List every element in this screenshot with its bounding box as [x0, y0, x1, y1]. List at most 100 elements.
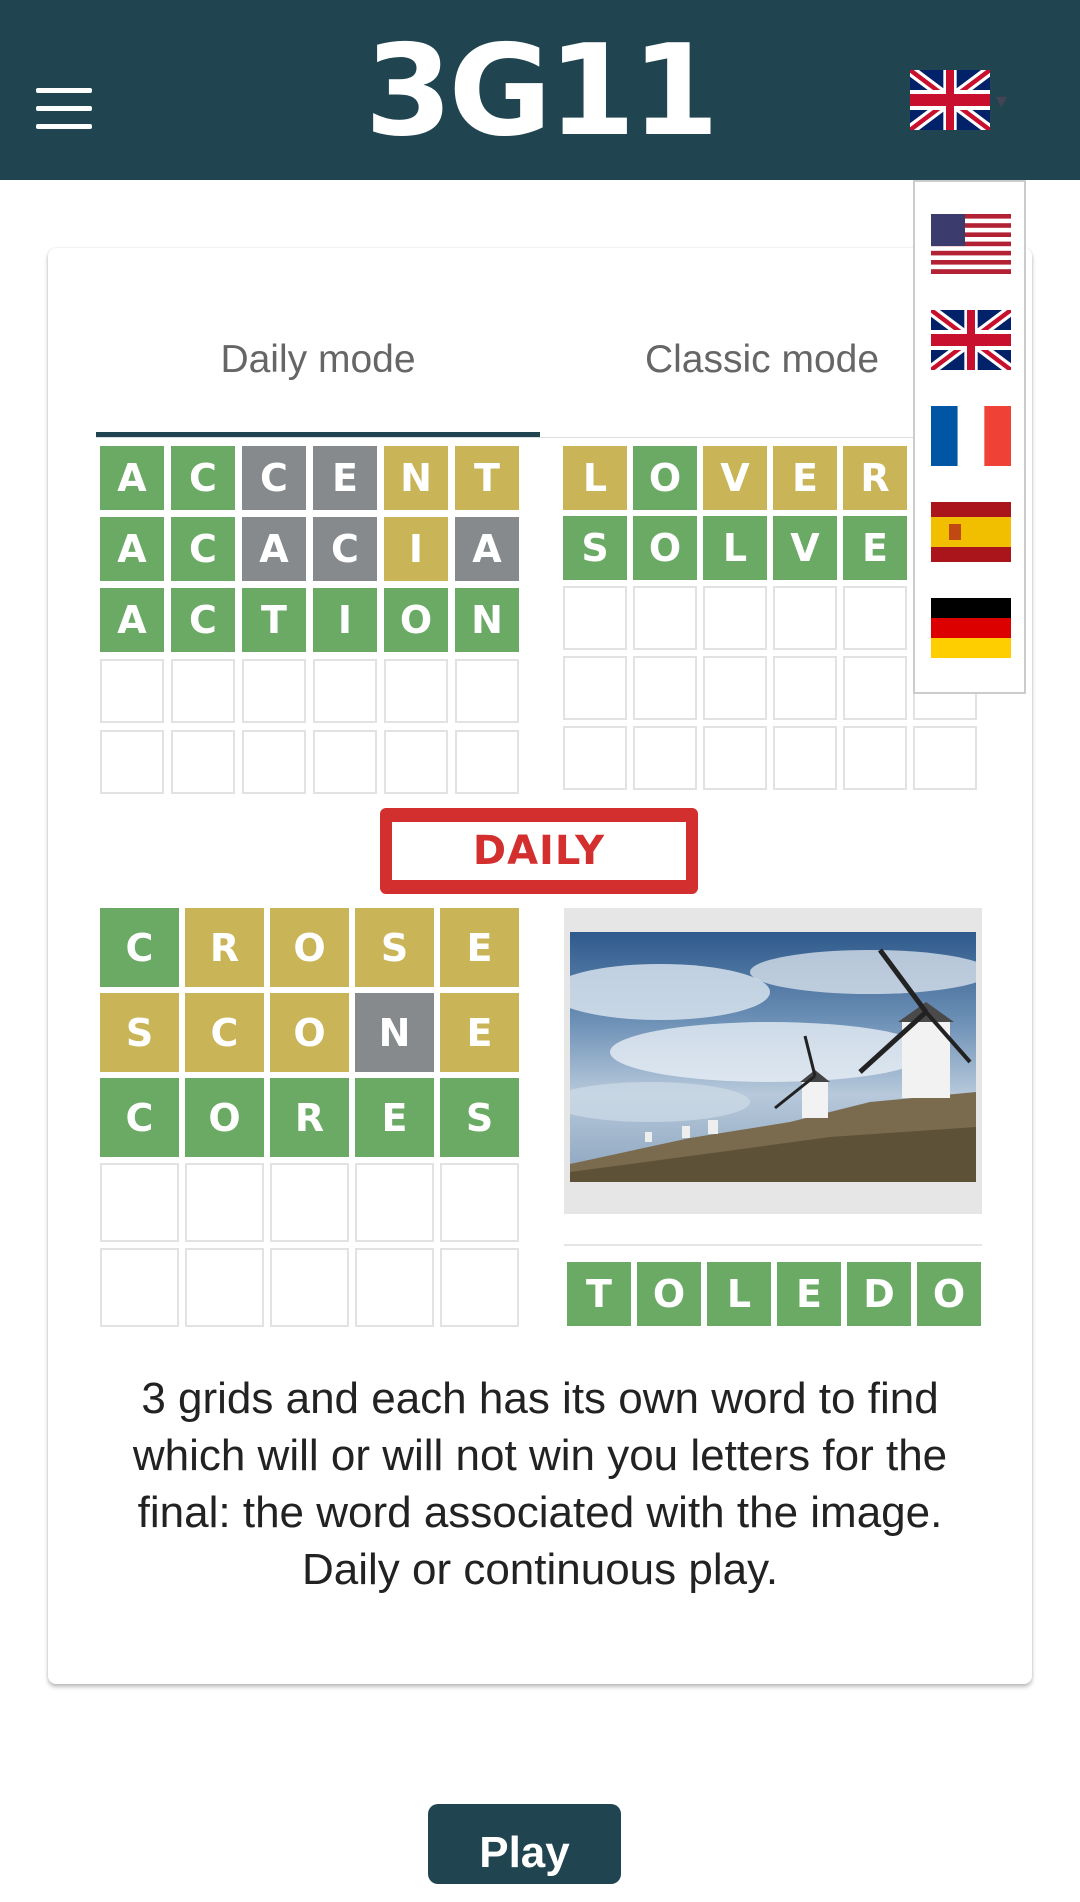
- grid-cell: E: [440, 993, 519, 1072]
- grid-cell: C: [100, 908, 179, 987]
- answer-letter: D: [847, 1262, 911, 1326]
- grid-cell: A: [242, 517, 306, 581]
- grid-cell: E: [313, 446, 377, 510]
- grid-cell: C: [171, 517, 235, 581]
- us-flag-icon[interactable]: [931, 214, 1011, 274]
- grid-cell: C: [100, 1078, 179, 1157]
- chevron-down-icon: ▾: [996, 88, 1008, 113]
- grid-cell: C: [242, 446, 306, 510]
- answer-word-row: TOLEDO: [567, 1262, 981, 1326]
- answer-letter: O: [917, 1262, 981, 1326]
- france-flag-icon[interactable]: [931, 406, 1011, 466]
- grid-cell: [633, 656, 697, 720]
- grid-cell: A: [100, 588, 164, 652]
- grid-cell: S: [440, 1078, 519, 1157]
- grid-cell: [313, 659, 377, 723]
- language-selector[interactable]: ▾: [908, 64, 1010, 136]
- grid-cell: A: [100, 446, 164, 510]
- tab-daily-mode[interactable]: Daily mode: [96, 330, 540, 442]
- grid-cell: [563, 726, 627, 790]
- grid-cell: [440, 1163, 519, 1242]
- grid-cell: I: [384, 517, 448, 581]
- grid-cell: [563, 586, 627, 650]
- grid-cell: [242, 730, 306, 794]
- grid-cell: [242, 659, 306, 723]
- grid-cell: [270, 1163, 349, 1242]
- grid-cell: S: [100, 993, 179, 1072]
- grid-cell: V: [773, 516, 837, 580]
- grid-cell: [355, 1248, 434, 1327]
- grid-cell: R: [843, 446, 907, 510]
- uk-flag-icon: [908, 64, 992, 136]
- spain-flag-icon[interactable]: [931, 502, 1011, 562]
- grid-cell: [440, 1248, 519, 1327]
- grid-cell: E: [843, 516, 907, 580]
- answer-divider: [564, 1244, 982, 1246]
- grid-cell: [384, 659, 448, 723]
- answer-letter: E: [777, 1262, 841, 1326]
- grid-cell: [843, 726, 907, 790]
- grid-cell: [773, 726, 837, 790]
- grid-cell: [703, 586, 767, 650]
- play-button[interactable]: Play: [428, 1804, 621, 1884]
- grid-cell: [100, 1163, 179, 1242]
- image-clue-frame: [564, 908, 982, 1214]
- word-grid-1: ACCENTACACIAACTION: [100, 446, 519, 794]
- tabs-divider: [96, 437, 984, 438]
- grid-cell: [773, 586, 837, 650]
- germany-flag-icon[interactable]: [931, 598, 1011, 658]
- word-grid-3: CROSESCONECORES: [100, 908, 519, 1327]
- grid-cell: O: [270, 908, 349, 987]
- grid-cell: N: [384, 446, 448, 510]
- grid-cell: [455, 730, 519, 794]
- grid-cell: [703, 726, 767, 790]
- grid-cell: [313, 730, 377, 794]
- grid-cell: E: [773, 446, 837, 510]
- grid-cell: N: [455, 588, 519, 652]
- answer-letter: L: [707, 1262, 771, 1326]
- grid-cell: N: [355, 993, 434, 1072]
- grid-cell: O: [633, 516, 697, 580]
- grid-cell: A: [100, 517, 164, 581]
- grid-cell: [913, 726, 977, 790]
- grid-cell: R: [185, 908, 264, 987]
- grid-cell: [455, 659, 519, 723]
- grid-cell: [633, 726, 697, 790]
- top-app-bar: 3G11 ▾: [0, 0, 1080, 180]
- grid-cell: [773, 656, 837, 720]
- game-description: 3 grids and each has its own word to fin…: [132, 1374, 948, 1594]
- grid-cell: R: [270, 1078, 349, 1157]
- uk-flag-option[interactable]: [931, 310, 1011, 370]
- grid-cell: [100, 1248, 179, 1327]
- grid-cell: [703, 656, 767, 720]
- answer-letter: O: [637, 1262, 701, 1326]
- grid-cell: [185, 1248, 264, 1327]
- grid-cell: C: [313, 517, 377, 581]
- grid-cell: I: [313, 588, 377, 652]
- grid-cell: [563, 656, 627, 720]
- grid-cell: C: [171, 446, 235, 510]
- grid-cell: E: [355, 1078, 434, 1157]
- grid-cell: V: [703, 446, 767, 510]
- grid-cell: [185, 1163, 264, 1242]
- grid-cell: [100, 659, 164, 723]
- grid-cell: [633, 586, 697, 650]
- grid-cell: L: [703, 516, 767, 580]
- grid-cell: [843, 586, 907, 650]
- answer-letter: T: [567, 1262, 631, 1326]
- grid-cell: S: [563, 516, 627, 580]
- grid-cell: O: [633, 446, 697, 510]
- grid-cell: [100, 730, 164, 794]
- grid-cell: O: [185, 1078, 264, 1157]
- language-dropdown: [913, 180, 1026, 694]
- grid-cell: T: [455, 446, 519, 510]
- daily-stamp-text: DAILY: [472, 828, 606, 874]
- daily-stamp: DAILY: [380, 808, 698, 894]
- grid-cell: [384, 730, 448, 794]
- grid-cell: A: [455, 517, 519, 581]
- grid-cell: T: [242, 588, 306, 652]
- grid-cell: [355, 1163, 434, 1242]
- grid-cell: E: [440, 908, 519, 987]
- grid-cell: [171, 730, 235, 794]
- grid-cell: S: [355, 908, 434, 987]
